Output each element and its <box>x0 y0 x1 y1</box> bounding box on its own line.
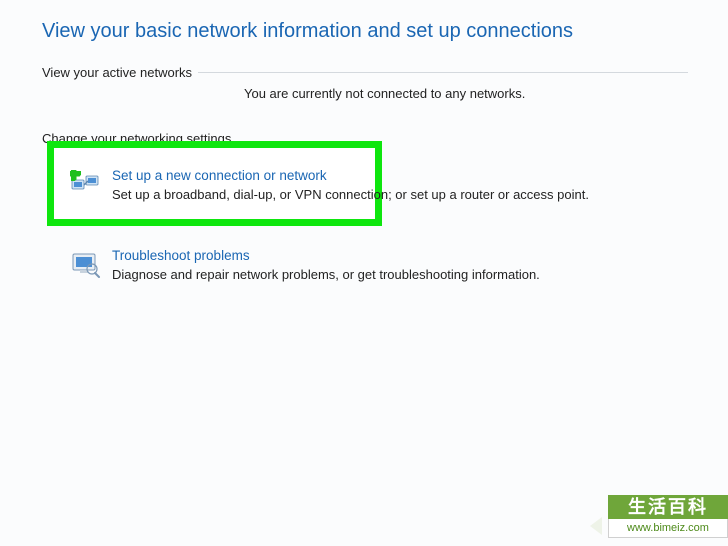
troubleshoot-desc: Diagnose and repair network problems, or… <box>112 267 540 282</box>
active-networks-header: View your active networks <box>42 65 198 80</box>
watermark: 生活百科 www.bimeiz.com <box>608 495 728 541</box>
troubleshoot-text: Troubleshoot problems Diagnose and repai… <box>112 248 540 282</box>
setup-connection-option[interactable]: Set up a new connection or network Set u… <box>70 168 728 202</box>
setup-connection-desc: Set up a broadband, dial-up, or VPN conn… <box>112 187 589 202</box>
troubleshoot-title: Troubleshoot problems <box>112 248 540 263</box>
watermark-url: www.bimeiz.com <box>608 519 728 538</box>
setup-connection-title: Set up a new connection or network <box>112 168 589 183</box>
network-center-page: View your basic network information and … <box>0 0 728 546</box>
page-title: View your basic network information and … <box>42 20 728 43</box>
divider <box>198 72 688 73</box>
watermark-arrow-icon <box>590 517 602 535</box>
no-networks-message: You are currently not connected to any n… <box>42 86 728 101</box>
watermark-title: 生活百科 <box>608 495 728 519</box>
setup-connection-icon <box>70 170 102 198</box>
setup-connection-text: Set up a new connection or network Set u… <box>112 168 589 202</box>
troubleshoot-option[interactable]: Troubleshoot problems Diagnose and repai… <box>70 248 728 282</box>
active-networks-row: View your active networks <box>42 65 728 80</box>
troubleshoot-icon <box>70 250 102 278</box>
